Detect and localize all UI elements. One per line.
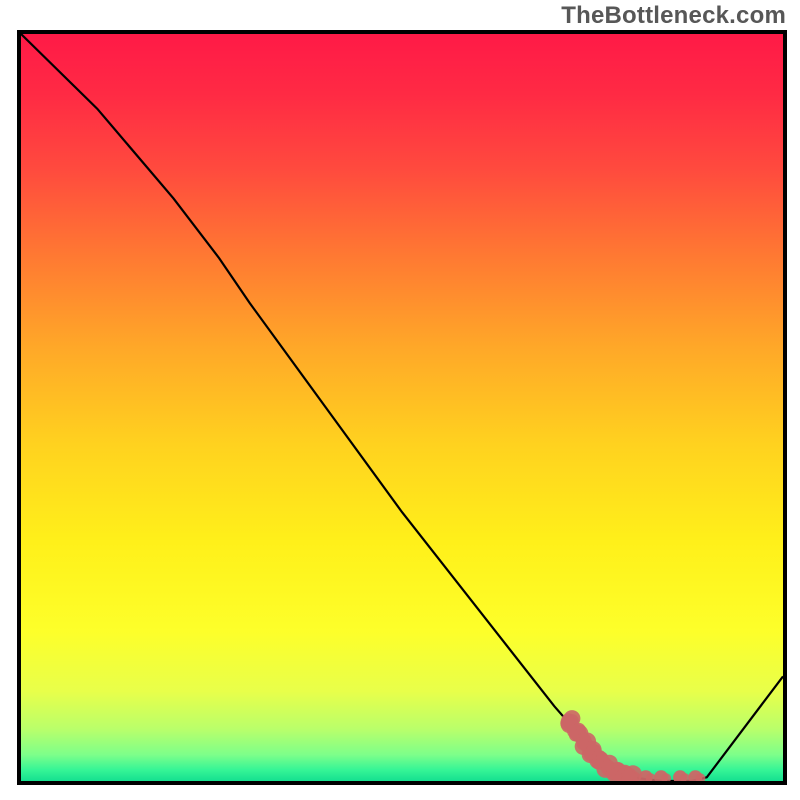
attribution-label: TheBottleneck.com	[561, 2, 786, 30]
plot-frame	[17, 30, 787, 785]
chart-container: TheBottleneck.com	[0, 0, 800, 800]
chart-canvas	[21, 34, 783, 781]
gradient-background	[21, 34, 783, 781]
plot-area	[21, 34, 783, 781]
